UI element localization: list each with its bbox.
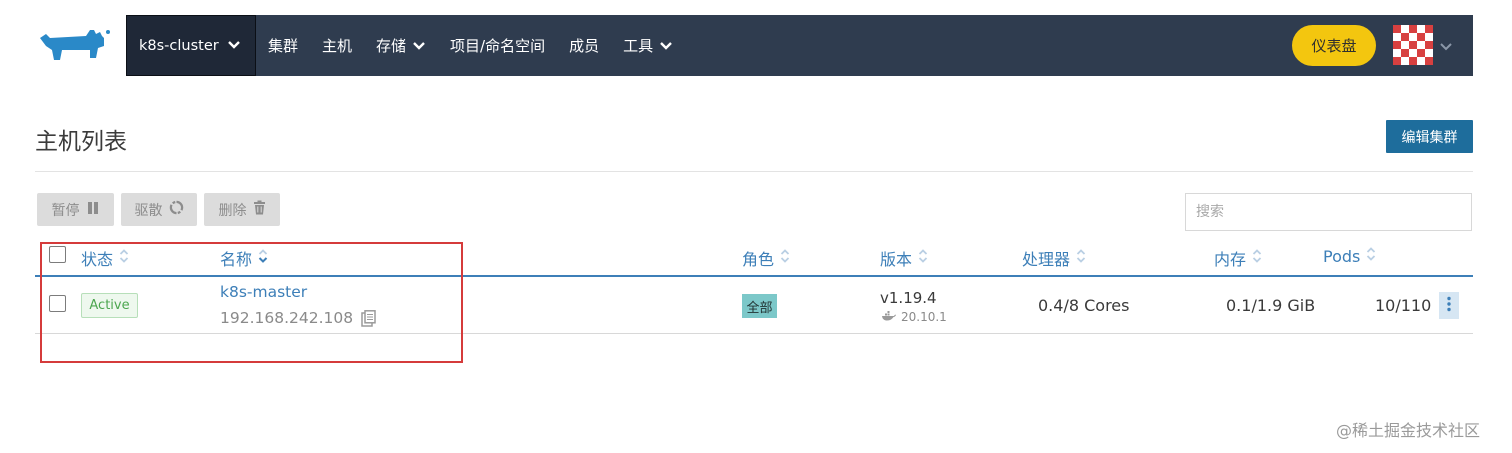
- divider: [35, 171, 1473, 172]
- nav-tools[interactable]: 工具: [623, 35, 673, 56]
- kebab-menu-icon: [1447, 296, 1451, 316]
- table-header-divider: [35, 275, 1473, 277]
- recycle-icon: [169, 200, 184, 219]
- edit-cluster-button[interactable]: 编辑集群: [1386, 120, 1473, 153]
- delete-button[interactable]: 删除: [204, 193, 280, 226]
- chevron-down-icon: [412, 37, 426, 55]
- column-label: 角色: [742, 250, 775, 269]
- sort-icon: [1076, 248, 1086, 268]
- column-header-name[interactable]: 名称: [220, 246, 268, 270]
- column-label: Pods: [1323, 246, 1361, 266]
- delete-label: 删除: [218, 202, 247, 219]
- status-badge: Active: [81, 293, 138, 318]
- select-all-checkbox[interactable]: [49, 246, 66, 263]
- docker-version: 20.10.1: [881, 310, 947, 324]
- pods-usage: 10/110: [1375, 296, 1432, 315]
- nav-label: 工具: [623, 37, 654, 55]
- nav-label: 存储: [376, 37, 407, 55]
- rancher-logo-icon[interactable]: [35, 15, 115, 76]
- trash-icon: [253, 200, 266, 219]
- pause-label: 暂停: [51, 202, 80, 219]
- watermark: @稀土掘金技术社区: [1336, 421, 1481, 440]
- role-badge: 全部: [742, 294, 777, 318]
- nav-label: 项目/命名空间: [450, 37, 546, 55]
- chevron-down-icon: [227, 38, 241, 54]
- pause-icon: [86, 201, 100, 219]
- column-header-version[interactable]: 版本: [880, 246, 928, 270]
- row-checkbox[interactable]: [49, 295, 66, 312]
- column-header-role[interactable]: 角色: [742, 246, 790, 270]
- column-header-state[interactable]: 状态: [81, 246, 129, 270]
- drain-label: 驱散: [134, 202, 163, 219]
- sort-icon: [119, 248, 129, 268]
- docker-version-text: 20.10.1: [901, 310, 947, 324]
- drain-button[interactable]: 驱散: [121, 193, 197, 226]
- nav-label: 成员: [569, 37, 600, 55]
- column-label: 版本: [880, 250, 913, 269]
- kubernetes-version: v1.19.4: [880, 289, 937, 307]
- nav-label: 集群: [268, 37, 299, 55]
- sort-icon: [1252, 248, 1262, 268]
- cluster-selector[interactable]: k8s-cluster: [126, 15, 256, 76]
- copy-icon[interactable]: [361, 309, 376, 327]
- column-header-cpu[interactable]: 处理器: [1022, 246, 1086, 270]
- host-ip-text: 192.168.242.108: [220, 309, 354, 327]
- dashboard-button[interactable]: 仪表盘: [1292, 25, 1376, 66]
- row-divider: [35, 333, 1473, 334]
- column-label: 处理器: [1022, 250, 1071, 269]
- top-header: k8s-cluster 集群 主机 存储 项目/命名空间 成员 工具 仪表盘: [35, 15, 1473, 76]
- docker-whale-icon: [881, 310, 896, 324]
- host-name-link[interactable]: k8s-master: [220, 283, 307, 301]
- nav-projects-namespaces[interactable]: 项目/命名空间: [450, 35, 545, 56]
- search-input[interactable]: [1185, 193, 1472, 231]
- page-title: 主机列表: [35, 129, 127, 155]
- user-avatar[interactable]: [1393, 25, 1433, 65]
- more-actions-button[interactable]: [1439, 292, 1459, 319]
- sort-icon: [780, 248, 790, 268]
- sort-icon: [258, 248, 268, 268]
- column-label: 内存: [1214, 250, 1247, 269]
- nav-members[interactable]: 成员: [569, 35, 599, 56]
- chevron-down-icon[interactable]: [1439, 37, 1453, 56]
- column-label: 名称: [220, 250, 253, 269]
- main-navbar: k8s-cluster 集群 主机 存储 项目/命名空间 成员 工具 仪表盘: [126, 15, 1473, 76]
- column-header-pods[interactable]: Pods: [1323, 246, 1376, 266]
- column-label: 状态: [81, 250, 114, 269]
- cpu-usage: 0.4/8 Cores: [1038, 296, 1130, 315]
- nav-storage[interactable]: 存储: [376, 35, 426, 56]
- sort-icon: [1366, 246, 1376, 266]
- nav-cluster[interactable]: 集群: [268, 35, 298, 56]
- pause-button[interactable]: 暂停: [37, 193, 114, 226]
- nav-hosts[interactable]: 主机: [322, 35, 352, 56]
- memory-usage: 0.1/1.9 GiB: [1226, 296, 1316, 315]
- sort-icon: [918, 248, 928, 268]
- nav-label: 主机: [322, 37, 353, 55]
- cluster-name: k8s-cluster: [139, 37, 219, 54]
- chevron-down-icon: [659, 37, 673, 55]
- host-ip: 192.168.242.108: [220, 309, 376, 327]
- column-header-memory[interactable]: 内存: [1214, 246, 1262, 270]
